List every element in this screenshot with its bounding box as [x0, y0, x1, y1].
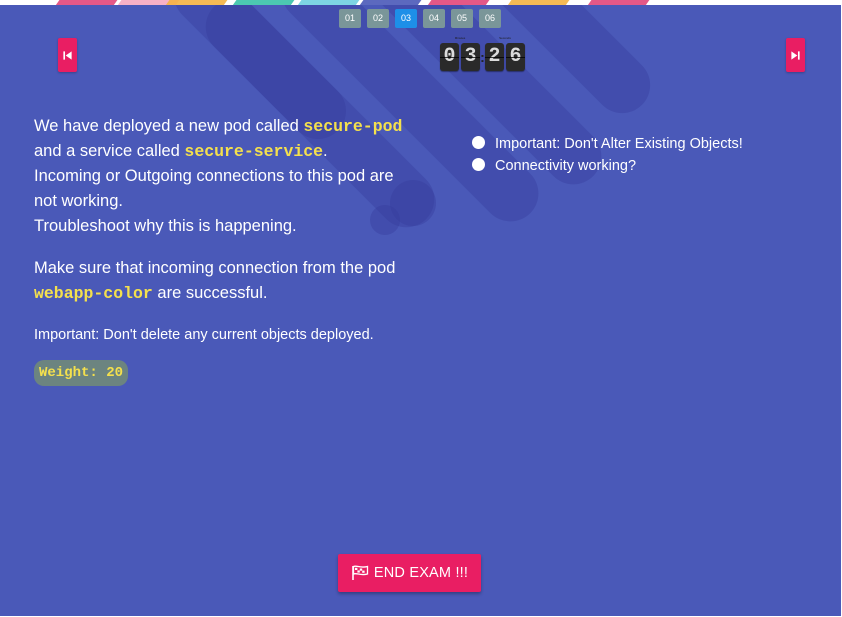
question-content: We have deployed a new pod called secure… — [34, 114, 406, 386]
timer-minutes-label: Minutes — [454, 36, 466, 40]
question-tab-06[interactable]: 06 — [479, 9, 501, 28]
timer-seconds-label: Seconds — [499, 36, 511, 40]
question-tab-01[interactable]: 01 — [339, 9, 361, 28]
timer-digit: 2 — [485, 43, 504, 71]
question-text: Make sure that incoming connection from … — [34, 259, 396, 277]
question-tab-03[interactable]: 03 — [395, 9, 417, 28]
question-text: Incoming or Outgoing connections to this… — [34, 167, 394, 210]
important-note: Important: Don't delete any current obje… — [34, 327, 374, 343]
question-paragraph: We have deployed a new pod called secure… — [34, 114, 406, 239]
checklist-item: Important: Don't Alter Existing Objects! — [472, 133, 743, 155]
question-text: We have deployed a new pod called — [34, 117, 304, 135]
end-exam-label: END EXAM !!! — [373, 565, 469, 581]
end-exam-button[interactable]: END EXAM !!! — [338, 554, 481, 592]
question-tab-04[interactable]: 04 — [423, 9, 445, 28]
bullet-icon — [472, 135, 485, 149]
source-pod-code: webapp-color — [34, 284, 153, 303]
skip-next-icon — [791, 50, 800, 60]
question-paragraph: Make sure that incoming connection from … — [34, 256, 406, 306]
checklist-item-label: Important: Don't Alter Existing Objects! — [495, 136, 743, 152]
flag-icon — [351, 565, 369, 581]
question-navigation: 01 02 03 04 05 06 — [339, 9, 501, 28]
question-text: and a service called — [34, 142, 185, 160]
next-question-button[interactable] — [786, 38, 805, 72]
question-tab-05[interactable]: 05 — [451, 9, 473, 28]
countdown-timer: Minutes 0 3 : Seconds 2 6 — [440, 36, 525, 71]
checklist-item-label: Connectivity working? — [495, 158, 637, 174]
timer-minutes: Minutes 0 3 — [440, 36, 480, 71]
question-text: . — [323, 142, 328, 160]
skip-previous-icon — [63, 50, 72, 60]
service-name-code: secure-service — [184, 142, 324, 161]
bullet-icon — [472, 157, 485, 171]
previous-question-button[interactable] — [58, 38, 77, 72]
timer-digit: 0 — [440, 43, 459, 71]
question-tab-02[interactable]: 02 — [367, 9, 389, 28]
task-checklist: Important: Don't Alter Existing Objects!… — [472, 133, 743, 177]
weight-badge: Weight: 20 — [34, 360, 129, 386]
question-text: Troubleshoot why this is happening. — [34, 217, 297, 235]
timer-digit: 6 — [506, 43, 525, 71]
question-text: are successful. — [152, 284, 268, 302]
timer-digit: 3 — [461, 43, 480, 71]
pod-name-code: secure-pod — [303, 117, 403, 136]
checklist-item: Connectivity working? — [472, 155, 743, 177]
timer-seconds: Seconds 2 6 — [485, 36, 525, 71]
exam-screen: 01 02 03 04 05 06 Minutes 0 3 : Seconds … — [0, 0, 842, 617]
